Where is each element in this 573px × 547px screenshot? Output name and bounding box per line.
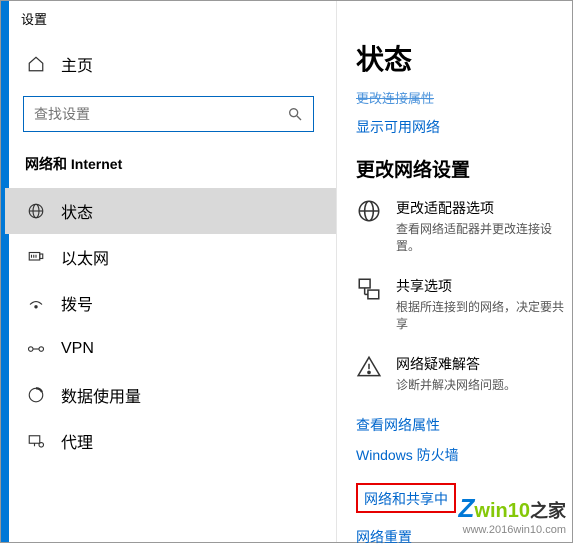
sidebar-section-title: 网络和 Internet	[1, 154, 336, 188]
option-desc: 根据所连接到的网络，决定要共享	[396, 298, 572, 332]
window-title: 设置	[1, 1, 572, 28]
page-title: 状态	[356, 38, 572, 78]
home-label: 主页	[61, 52, 93, 76]
link-show-networks[interactable]: 显示可用网络	[356, 117, 572, 137]
adapter-icon	[356, 198, 386, 254]
nav-label: 以太网	[61, 245, 109, 269]
option-adapter[interactable]: 更改适配器选项 查看网络适配器并更改连接设置。	[356, 198, 572, 254]
globe-icon	[25, 202, 47, 220]
option-title: 更改适配器选项	[396, 198, 572, 218]
section-heading: 更改网络设置	[356, 155, 572, 182]
nav-ethernet[interactable]: 以太网	[1, 234, 336, 280]
option-title: 网络疑难解答	[396, 354, 516, 374]
nav-label: 拨号	[61, 291, 93, 315]
proxy-icon	[25, 432, 47, 450]
main-content: 状态 更改连接属性 显示可用网络 更改网络设置 更改适配器选项 查看网络适配器并…	[336, 28, 572, 539]
option-troubleshoot[interactable]: 网络疑难解答 诊断并解决网络问题。	[356, 354, 572, 393]
troubleshoot-icon	[356, 354, 386, 393]
link-network-props[interactable]: 查看网络属性	[356, 415, 572, 435]
link-change-connection[interactable]: 更改连接属性	[356, 88, 572, 107]
dialup-icon	[25, 294, 47, 312]
home-button[interactable]: 主页	[1, 46, 336, 82]
vpn-icon	[25, 342, 47, 356]
watermark: Zwin10之家 www.2016win10.com	[459, 493, 566, 536]
option-desc: 诊断并解决网络问题。	[396, 376, 516, 393]
nav-data-usage[interactable]: 数据使用量	[1, 372, 336, 418]
ethernet-icon	[25, 248, 47, 266]
sharing-icon	[356, 276, 386, 332]
search-input[interactable]	[34, 106, 287, 122]
link-firewall[interactable]: Windows 防火墙	[356, 445, 572, 465]
nav-vpn[interactable]: VPN	[1, 326, 336, 372]
sidebar: 主页 网络和 Internet 状态 以太网	[1, 28, 336, 539]
option-title: 共享选项	[396, 276, 572, 296]
watermark-url: www.2016win10.com	[459, 524, 566, 536]
nav-status[interactable]: 状态	[1, 188, 336, 234]
home-icon	[25, 55, 47, 73]
vertical-divider	[336, 1, 337, 542]
nav-label: VPN	[61, 340, 94, 358]
highlight-box: 网络和共享中	[356, 483, 456, 513]
nav-label: 状态	[61, 199, 93, 223]
link-sharing-center[interactable]: 网络和共享中	[364, 491, 448, 507]
option-desc: 查看网络适配器并更改连接设置。	[396, 220, 572, 254]
nav-proxy[interactable]: 代理	[1, 418, 336, 464]
nav-label: 代理	[61, 429, 93, 453]
data-usage-icon	[25, 386, 47, 404]
nav-dialup[interactable]: 拨号	[1, 280, 336, 326]
search-box[interactable]	[23, 96, 314, 132]
search-icon	[287, 106, 303, 122]
option-sharing[interactable]: 共享选项 根据所连接到的网络，决定要共享	[356, 276, 572, 332]
nav-label: 数据使用量	[61, 383, 141, 407]
